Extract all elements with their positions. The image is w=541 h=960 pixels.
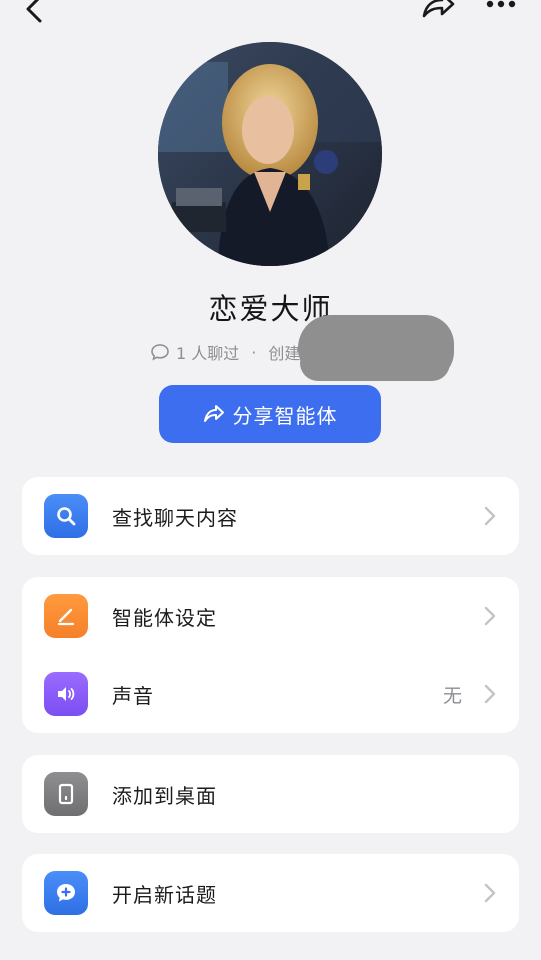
agent-avatar — [158, 42, 382, 266]
share-arrow-icon — [203, 405, 224, 422]
menu-item-add-to-desktop[interactable]: 添加到桌面 — [22, 755, 519, 833]
desktop-card: 添加到桌面 — [22, 755, 519, 833]
menu-item-voice[interactable]: 声音 无 — [22, 655, 519, 733]
new-topic-card: 开启新话题 — [22, 854, 519, 932]
menu-item-agent-settings[interactable]: 智能体设定 — [22, 577, 519, 655]
chat-plus-icon — [44, 871, 88, 915]
menu-item-label: 智能体设定 — [112, 605, 217, 630]
top-nav-bar — [0, 0, 541, 30]
settings-card: 智能体设定 声音 无 — [22, 577, 519, 733]
chevron-left-icon[interactable] — [20, 0, 50, 24]
chevron-right-icon — [484, 606, 496, 626]
chat-count: 1 人聊过 — [176, 344, 240, 363]
agent-meta: 1 人聊过 · 创建人 — [150, 340, 316, 364]
redacted-creator-name-2 — [300, 345, 450, 381]
speaker-icon — [44, 672, 88, 716]
menu-item-label: 查找聊天内容 — [112, 505, 238, 530]
search-card: 查找聊天内容 — [22, 477, 519, 555]
voice-value: 无 — [442, 684, 462, 707]
more-dots-icon[interactable] — [482, 0, 522, 16]
menu-item-label: 开启新话题 — [112, 882, 217, 907]
menu-item-label: 添加到桌面 — [112, 783, 217, 808]
comment-icon — [151, 344, 169, 361]
share-icon[interactable] — [420, 0, 456, 20]
chevron-right-icon — [484, 684, 496, 704]
phone-icon — [44, 772, 88, 816]
search-icon — [44, 494, 88, 538]
share-agent-label: 分享智能体 — [232, 403, 338, 428]
meta-separator: · — [251, 342, 257, 362]
menu-item-new-topic[interactable]: 开启新话题 — [22, 854, 519, 932]
share-agent-button[interactable]: 分享智能体 — [159, 385, 381, 443]
menu-item-search-chat[interactable]: 查找聊天内容 — [22, 477, 519, 555]
pen-icon — [44, 594, 88, 638]
chevron-right-icon — [484, 883, 496, 903]
menu-item-label: 声音 — [112, 683, 154, 708]
agent-name: 恋爱大师 — [208, 292, 333, 326]
chevron-right-icon — [484, 506, 496, 526]
